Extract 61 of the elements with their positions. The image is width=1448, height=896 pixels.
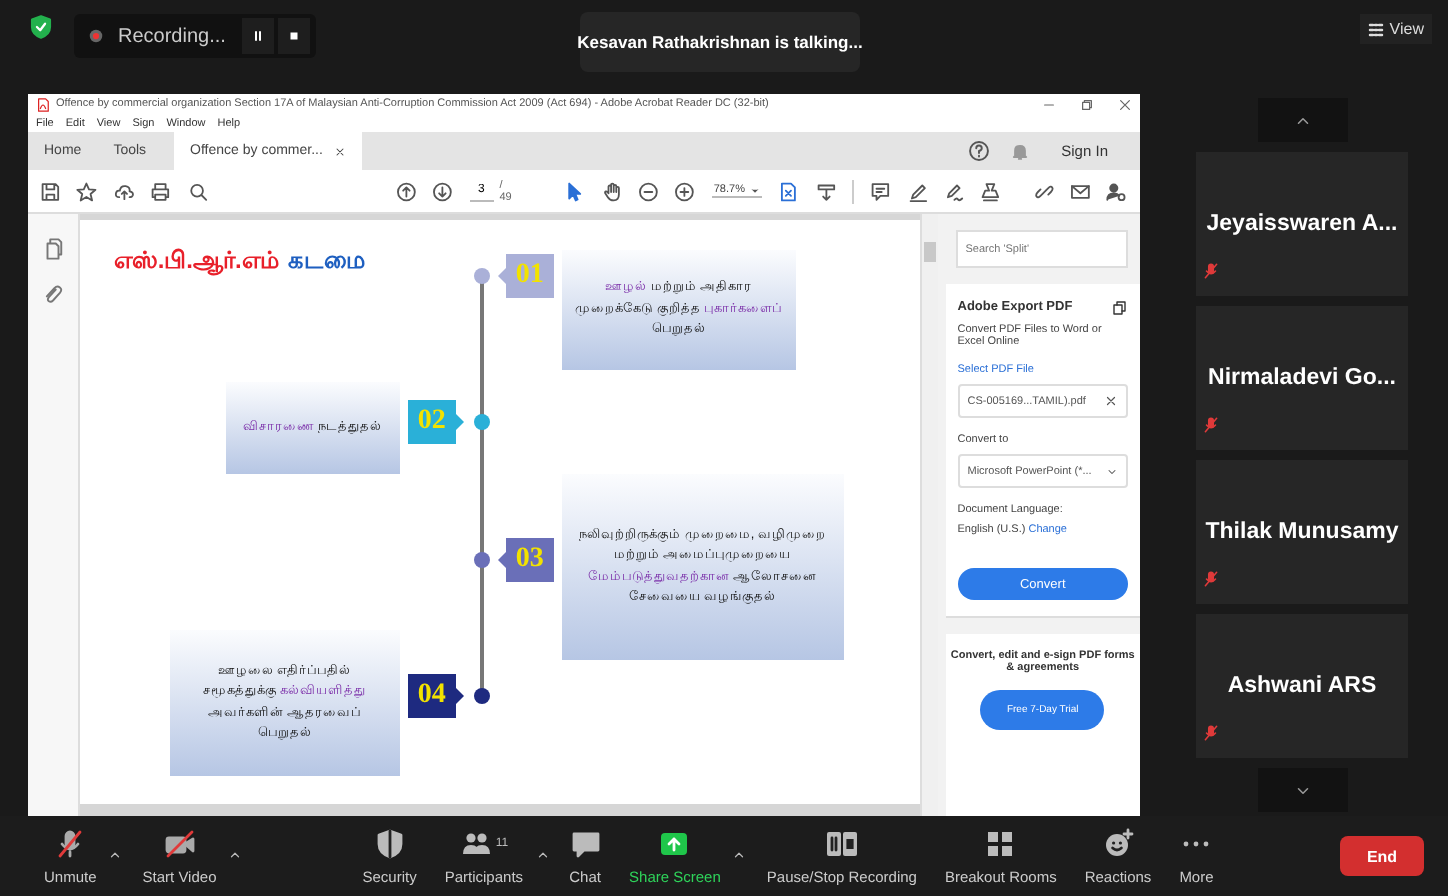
help-icon[interactable]: [967, 140, 990, 162]
caret-icon[interactable]: [535, 847, 550, 861]
end-button[interactable]: End: [1340, 836, 1424, 876]
zoom-out-icon[interactable]: [638, 179, 659, 203]
share-screen-icon[interactable]: [658, 827, 691, 859]
comment-icon[interactable]: [870, 179, 892, 203]
star-icon[interactable]: [76, 179, 98, 203]
smiley-icon[interactable]: [1102, 827, 1134, 859]
paperclip-icon[interactable]: [41, 284, 64, 306]
muted-microphone-icon: [1202, 724, 1220, 742]
sign-icon[interactable]: [943, 179, 965, 203]
stop-icon: [285, 28, 302, 44]
slide-title: கடமை: [287, 246, 366, 276]
muted-microphone-icon: [1202, 262, 1220, 280]
scrollbar-thumb[interactable]: [923, 242, 936, 262]
view-button[interactable]: View: [1359, 14, 1432, 44]
muted-microphone-icon: [1202, 570, 1220, 588]
cloud-upload-icon[interactable]: [113, 179, 135, 203]
shield-check-icon: [28, 14, 54, 40]
restore-icon[interactable]: [1080, 97, 1094, 111]
participant-name: Jeyaisswaren A...: [1206, 212, 1398, 236]
pen-icon[interactable]: [907, 179, 928, 203]
participant-name: Thilak Munusamy: [1205, 520, 1399, 544]
participant-name: Nirmaladevi Go...: [1208, 366, 1396, 390]
muted-microphone-icon: [1202, 416, 1220, 434]
participant-name: Ashwani ARS: [1227, 674, 1377, 698]
user-settings-icon[interactable]: [1106, 179, 1128, 203]
fit-page-icon[interactable]: [778, 179, 800, 203]
close-icon: [1104, 394, 1118, 408]
slide-title: எஸ்.பி.ஆர்.எம்: [113, 246, 280, 276]
pause-icon: [249, 28, 266, 44]
zoom-in-icon[interactable]: [674, 179, 696, 203]
save-icon[interactable]: [40, 179, 61, 203]
people-icon[interactable]: [459, 827, 492, 859]
stop-button[interactable]: [277, 18, 310, 54]
speaker-indicator: Kesavan Rathakrishnan is talking...: [580, 12, 860, 72]
pages-icon[interactable]: [41, 238, 64, 260]
page-up-icon[interactable]: [395, 179, 417, 203]
shield-icon[interactable]: [373, 827, 406, 859]
muted-microphone-icon[interactable]: [54, 827, 87, 859]
caret-icon[interactable]: [228, 847, 243, 861]
caret-icon[interactable]: [732, 847, 747, 861]
search-icon[interactable]: [187, 179, 208, 203]
page-down-icon[interactable]: [432, 179, 454, 203]
recording-label: Recording...: [118, 25, 226, 47]
chevron-icon: [1106, 465, 1118, 477]
cursor-icon[interactable]: [564, 179, 586, 203]
stamp-icon[interactable]: [980, 179, 1002, 203]
muted-camera-icon[interactable]: [163, 827, 196, 859]
close-icon[interactable]: [334, 145, 347, 157]
copy-icon[interactable]: [1112, 300, 1128, 316]
caret-icon: [750, 185, 761, 195]
caret-icon[interactable]: [108, 847, 123, 861]
pause-stop-icon[interactable]: [823, 827, 860, 859]
close-icon[interactable]: [1118, 97, 1132, 111]
record-dot-icon: [86, 26, 106, 46]
pause-button[interactable]: [241, 18, 274, 54]
hand-icon[interactable]: [601, 179, 623, 203]
print-icon[interactable]: [150, 179, 172, 203]
chat-icon[interactable]: [569, 827, 602, 859]
mail-icon[interactable]: [1070, 179, 1091, 203]
